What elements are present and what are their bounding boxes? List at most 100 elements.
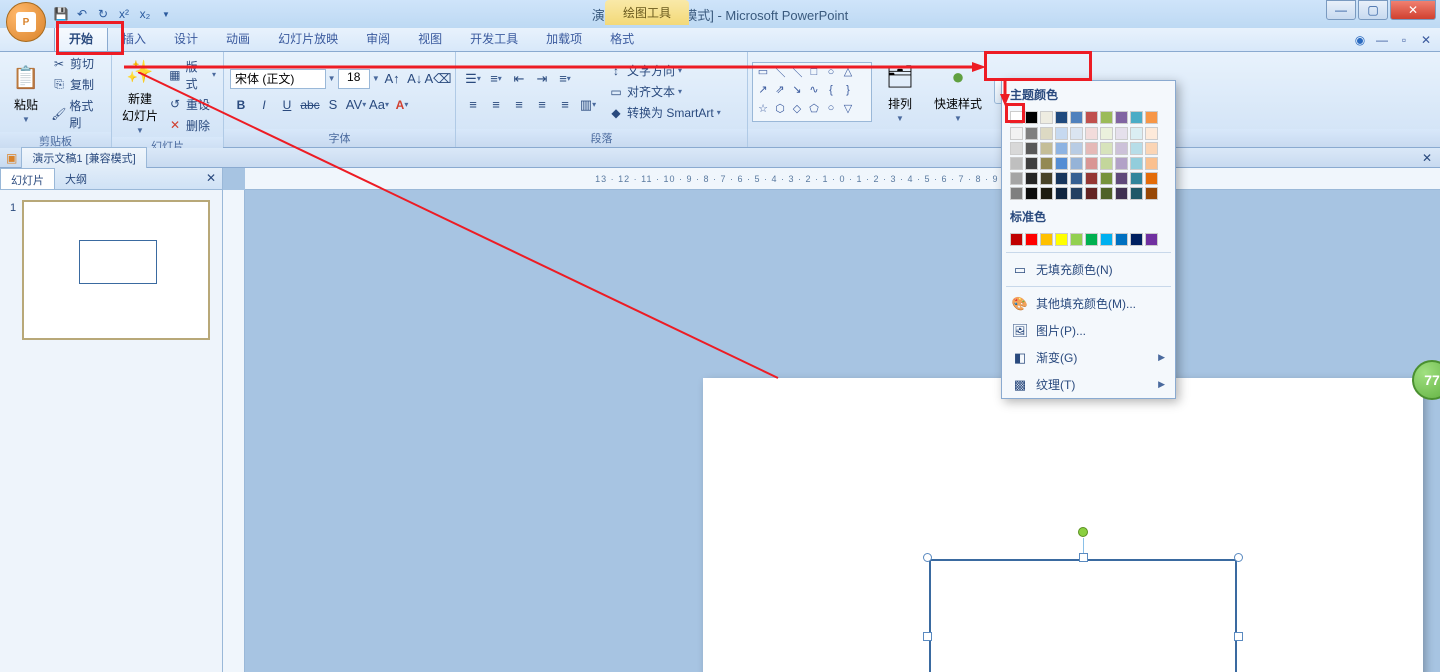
tab-format[interactable]: 格式 — [596, 26, 648, 51]
clear-format-icon[interactable]: A⌫ — [427, 68, 449, 90]
decrease-indent-button[interactable]: ⇤ — [508, 68, 530, 90]
color-swatch[interactable] — [1100, 233, 1113, 246]
paste-button[interactable]: 📋 粘贴 ▼ — [4, 60, 48, 126]
color-swatch[interactable] — [1100, 127, 1113, 140]
quick-styles-button[interactable]: ● 快速样式▼ — [928, 59, 988, 125]
color-swatch[interactable] — [1055, 111, 1068, 124]
color-swatch[interactable] — [1010, 142, 1023, 155]
color-swatch[interactable] — [1025, 111, 1038, 124]
color-swatch[interactable] — [1085, 233, 1098, 246]
bold-button[interactable]: B — [230, 94, 252, 116]
color-swatch[interactable] — [1070, 172, 1083, 185]
minimize-button[interactable]: — — [1326, 0, 1356, 20]
color-swatch[interactable] — [1085, 142, 1098, 155]
panel-tab-outline[interactable]: 大纲 — [55, 168, 97, 189]
color-swatch[interactable] — [1130, 172, 1143, 185]
more-colors-item[interactable]: 🎨其他填充颜色(M)... — [1002, 290, 1175, 317]
redo-icon[interactable]: ↻ — [94, 5, 112, 23]
resize-handle-tr[interactable] — [1234, 553, 1243, 562]
color-swatch[interactable] — [1070, 127, 1083, 140]
color-swatch[interactable] — [1025, 233, 1038, 246]
color-swatch[interactable] — [1130, 142, 1143, 155]
close-button[interactable]: ✕ — [1390, 0, 1436, 20]
color-swatch[interactable] — [1085, 157, 1098, 170]
document-close-icon[interactable]: ✕ — [1422, 151, 1432, 165]
color-swatch[interactable] — [1070, 142, 1083, 155]
color-swatch[interactable] — [1025, 157, 1038, 170]
align-text-button[interactable]: ▭对齐文本▾ — [605, 82, 724, 101]
align-left-button[interactable]: ≡ — [462, 94, 484, 116]
shapes-gallery[interactable]: ▭＼＼□○△ ↗⇗↘∿{} ☆⬡◇⬠○▽ — [752, 62, 872, 122]
shadow-button[interactable]: S — [322, 94, 344, 116]
rectangle-shape[interactable] — [929, 559, 1237, 672]
color-swatch[interactable] — [1040, 127, 1053, 140]
font-color-button[interactable]: A▾ — [391, 94, 413, 116]
subscript-icon[interactable]: x₂ — [136, 5, 154, 23]
color-swatch[interactable] — [1115, 157, 1128, 170]
change-case-button[interactable]: Aa▾ — [368, 94, 390, 116]
color-swatch[interactable] — [1040, 142, 1053, 155]
color-swatch[interactable] — [1040, 233, 1053, 246]
color-swatch[interactable] — [1055, 233, 1068, 246]
color-swatch[interactable] — [1130, 187, 1143, 200]
color-swatch[interactable] — [1085, 187, 1098, 200]
texture-fill-item[interactable]: ▩纹理(T)▶ — [1002, 371, 1175, 398]
save-icon[interactable]: 💾 — [52, 5, 70, 23]
color-swatch[interactable] — [1070, 233, 1083, 246]
color-swatch[interactable] — [1055, 157, 1068, 170]
reset-button[interactable]: ↺重设 — [164, 95, 219, 114]
color-swatch[interactable] — [1145, 142, 1158, 155]
document-tab[interactable]: 演示文稿1 [兼容模式] — [21, 147, 146, 169]
color-swatch[interactable] — [1025, 142, 1038, 155]
color-swatch[interactable] — [1070, 157, 1083, 170]
panel-close-icon[interactable]: ✕ — [206, 171, 216, 185]
text-direction-button[interactable]: ↕文字方向▾ — [605, 61, 724, 80]
color-swatch[interactable] — [1145, 187, 1158, 200]
color-swatch[interactable] — [1010, 187, 1023, 200]
thumbnail-1[interactable]: 1 — [10, 200, 212, 340]
color-swatch[interactable] — [1145, 111, 1158, 124]
panel-tab-slides[interactable]: 幻灯片 — [0, 168, 55, 189]
tab-design[interactable]: 设计 — [160, 26, 212, 51]
maximize-button[interactable]: ▢ — [1358, 0, 1388, 20]
canvas[interactable]: 13 · 12 · 11 · 10 · 9 · 8 · 7 · 6 · 5 · … — [223, 168, 1440, 672]
color-swatch[interactable] — [1100, 172, 1113, 185]
color-swatch[interactable] — [1040, 172, 1053, 185]
color-swatch[interactable] — [1040, 157, 1053, 170]
picture-fill-item[interactable]: 🖼图片(P)... — [1002, 317, 1175, 344]
shrink-font-icon[interactable]: A↓ — [404, 68, 425, 90]
tab-home[interactable]: 开始 — [54, 25, 108, 51]
resize-handle-tl[interactable] — [923, 553, 932, 562]
arrange-button[interactable]: 🗂 排列▼ — [878, 59, 922, 125]
office-button[interactable]: P — [6, 2, 46, 42]
color-swatch[interactable] — [1055, 127, 1068, 140]
line-spacing-button[interactable]: ≡▾ — [554, 68, 576, 90]
color-swatch[interactable] — [1130, 111, 1143, 124]
color-swatch[interactable] — [1010, 157, 1023, 170]
color-swatch[interactable] — [1115, 127, 1128, 140]
color-swatch[interactable] — [1145, 172, 1158, 185]
layout-button[interactable]: ▦版式▾ — [164, 57, 219, 93]
color-swatch[interactable] — [1070, 187, 1083, 200]
format-painter-button[interactable]: 🖌格式刷 — [48, 96, 107, 132]
color-swatch[interactable] — [1085, 111, 1098, 124]
tab-slideshow[interactable]: 幻灯片放映 — [264, 26, 352, 51]
convert-smartart-button[interactable]: ◆转换为 SmartArt▾ — [605, 103, 724, 122]
delete-slide-button[interactable]: ✕删除 — [164, 116, 219, 135]
color-swatch[interactable] — [1055, 142, 1068, 155]
help-icon[interactable]: ◉ — [1352, 32, 1368, 48]
color-swatch[interactable] — [1115, 142, 1128, 155]
color-swatch[interactable] — [1010, 111, 1023, 124]
strikethrough-button[interactable]: abc — [299, 94, 321, 116]
qat-more-icon[interactable]: ▼ — [157, 5, 175, 23]
color-swatch[interactable] — [1145, 157, 1158, 170]
color-swatch[interactable] — [1085, 127, 1098, 140]
grow-font-icon[interactable]: A↑ — [382, 68, 403, 90]
copy-button[interactable]: ⎘复制 — [48, 75, 107, 94]
color-swatch[interactable] — [1025, 127, 1038, 140]
ribbon-close-icon[interactable]: ✕ — [1418, 32, 1434, 48]
ribbon-restore-icon[interactable]: ▫ — [1396, 32, 1412, 48]
columns-button[interactable]: ▥▾ — [577, 94, 599, 116]
align-right-button[interactable]: ≡ — [508, 94, 530, 116]
tab-review[interactable]: 审阅 — [352, 26, 404, 51]
